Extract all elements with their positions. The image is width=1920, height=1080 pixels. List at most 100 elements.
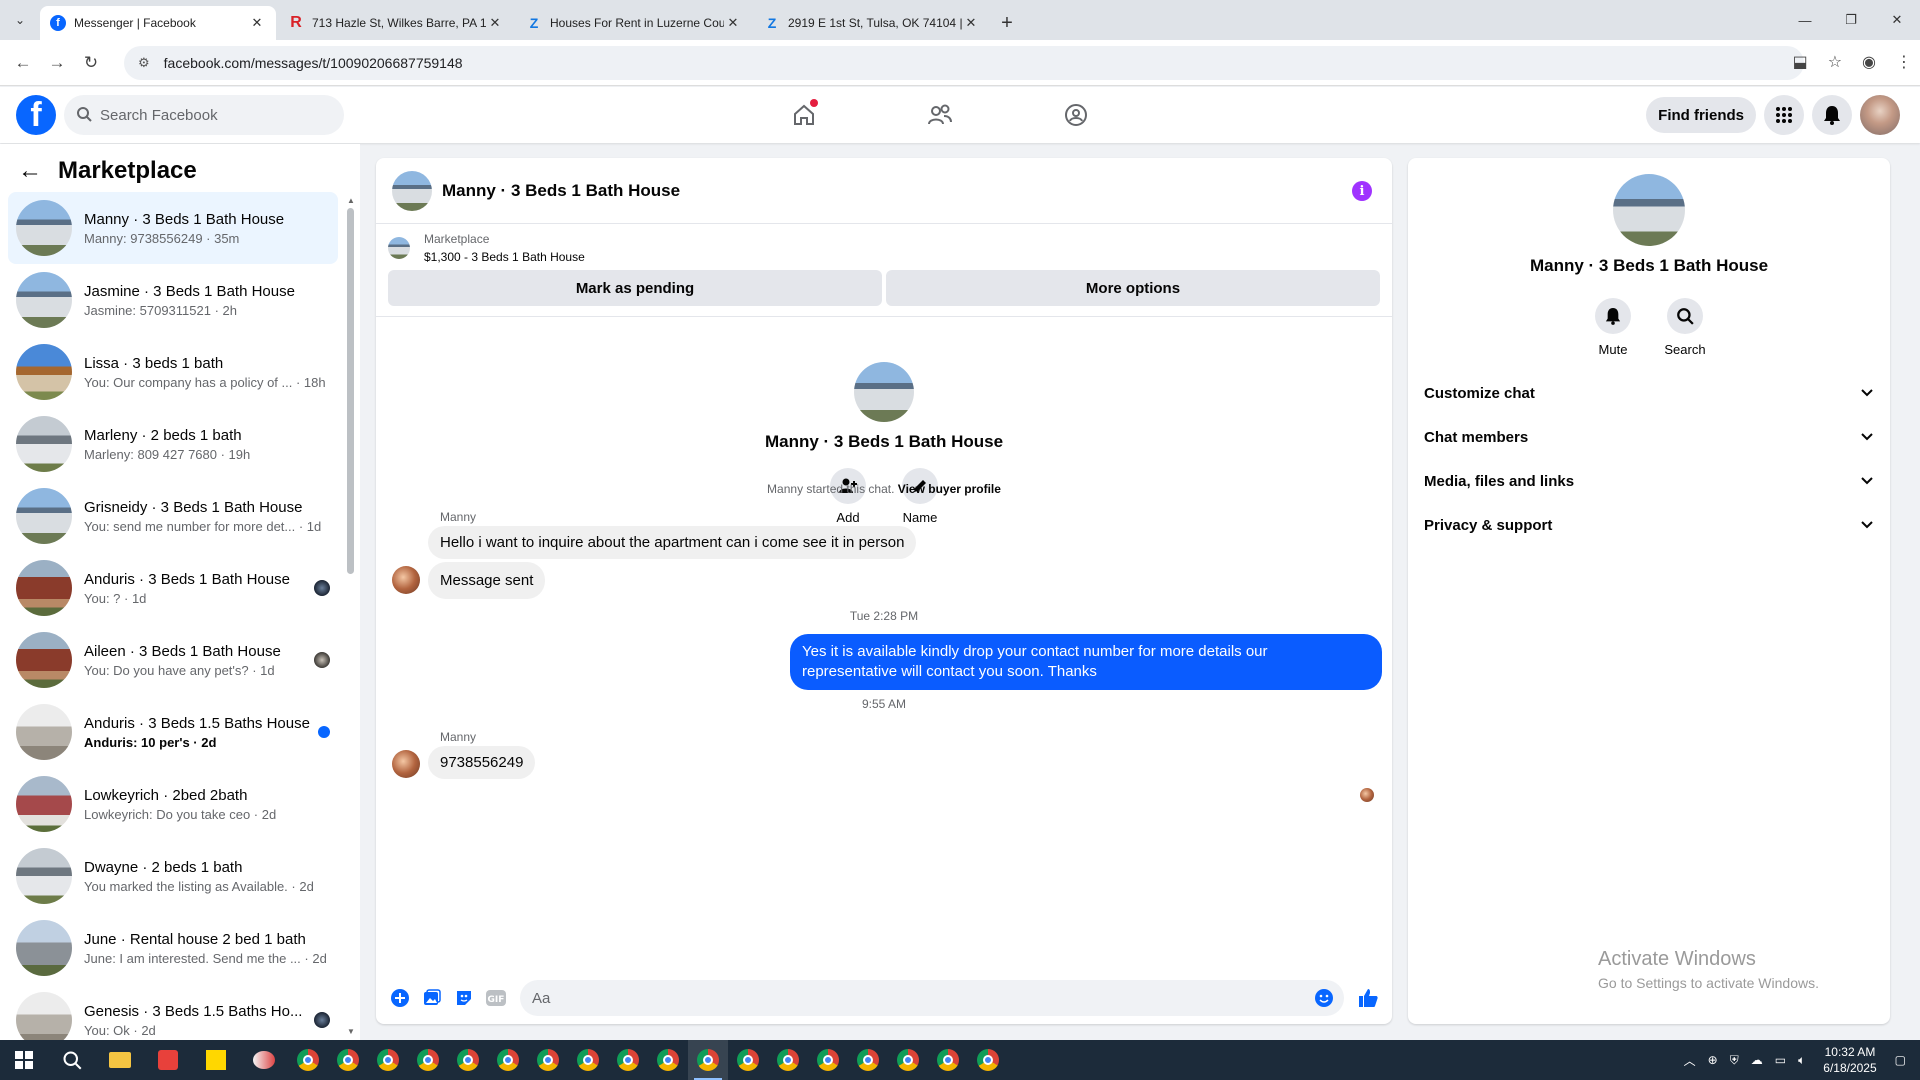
view-buyer-profile-link[interactable]: View buyer profile — [898, 482, 1001, 496]
chrome-window-button[interactable] — [408, 1040, 448, 1080]
menu-grid-icon[interactable] — [1764, 95, 1804, 135]
new-tab-button[interactable]: + — [992, 6, 1022, 40]
gif-icon[interactable]: GIF — [480, 982, 512, 1014]
conversation-item[interactable]: June · Rental house 2 bed 1 bath June: I … — [8, 912, 338, 984]
more-options-button[interactable]: More options — [886, 270, 1380, 306]
conversation-item[interactable]: Anduris · 3 Beds 1 Bath House You: ? · 1d — [8, 552, 338, 624]
reload-icon[interactable]: ↻ — [74, 53, 108, 73]
conversation-item[interactable]: Aileen · 3 Beds 1 Bath House You: Do you … — [8, 624, 338, 696]
chrome-window-button[interactable] — [728, 1040, 768, 1080]
chat-members-item[interactable]: Chat members — [1408, 415, 1890, 459]
incoming-message[interactable]: 9738556249 — [428, 746, 536, 779]
sticky-notes-icon[interactable] — [192, 1040, 240, 1080]
mute-button[interactable]: Mute — [1595, 298, 1631, 357]
chrome-window-button[interactable] — [488, 1040, 528, 1080]
chat-header[interactable]: Manny · 3 Beds 1 Bath House i — [376, 158, 1392, 224]
conversation-item[interactable]: Manny · 3 Beds 1 Bath House Manny: 973855… — [8, 192, 338, 264]
chrome-window-button[interactable] — [528, 1040, 568, 1080]
search-in-chat-button[interactable]: Search — [1664, 298, 1706, 357]
chrome-window-button[interactable] — [648, 1040, 688, 1080]
incoming-message[interactable]: Hello i want to inquire about the apartm… — [428, 526, 917, 559]
sender-avatar[interactable] — [392, 750, 420, 778]
info-icon[interactable]: i — [1352, 181, 1372, 201]
chrome-window-button[interactable] — [448, 1040, 488, 1080]
sidebar-scroll-thumb[interactable] — [347, 208, 354, 574]
emoji-icon[interactable] — [1314, 988, 1334, 1012]
tab-messenger[interactable]: f Messenger | Facebook ✕ — [40, 6, 276, 40]
conversation-item[interactable]: Lissa · 3 beds 1 bath You: Our company ha… — [8, 336, 338, 408]
bookmark-star-icon[interactable]: ☆ — [1828, 52, 1842, 72]
close-icon[interactable]: ✕ — [724, 15, 742, 31]
tab-realtor[interactable]: R 713 Hazle St, Wilkes Barre, PA 1 ✕ — [278, 6, 514, 40]
find-friends-button[interactable]: Find friends — [1646, 97, 1756, 133]
display-icon[interactable]: ▭ — [1775, 1053, 1786, 1067]
plus-circle-icon[interactable] — [384, 982, 416, 1014]
details-avatar[interactable] — [1613, 174, 1685, 246]
outgoing-message[interactable]: Yes it is available kindly drop your con… — [790, 634, 1382, 690]
conversation-item[interactable]: Lowkeyrich · 2bed 2bath Lowkeyrich: Do yo… — [8, 768, 338, 840]
chrome-window-button[interactable] — [688, 1040, 728, 1080]
scroll-up-icon[interactable]: ▲ — [347, 196, 355, 205]
close-icon[interactable]: ✕ — [962, 15, 980, 31]
minimize-icon[interactable]: — — [1782, 0, 1828, 40]
back-icon[interactable]: ← — [6, 53, 40, 73]
thumbs-up-icon[interactable] — [1352, 982, 1384, 1014]
chrome-window-button[interactable] — [888, 1040, 928, 1080]
chrome-window-button[interactable] — [328, 1040, 368, 1080]
restore-icon[interactable]: ❐ — [1828, 0, 1874, 40]
facebook-search-input[interactable]: Search Facebook — [64, 95, 344, 135]
forward-icon[interactable]: → — [40, 53, 74, 73]
notifications-bell-icon[interactable] — [1812, 95, 1852, 135]
tray-chevron-up-icon[interactable]: ︿ — [1684, 1052, 1696, 1069]
chrome-window-button[interactable] — [808, 1040, 848, 1080]
windows-start-icon[interactable] — [0, 1040, 48, 1080]
conversation-item[interactable]: Jasmine · 3 Beds 1 Bath House Jasmine: 57… — [8, 264, 338, 336]
listing-summary[interactable]: Marketplace $1,300 - 3 Beds 1 Bath House — [388, 232, 1380, 264]
sender-avatar[interactable] — [392, 566, 420, 594]
add-member-button[interactable]: Add — [830, 468, 866, 525]
customize-chat-item[interactable]: Customize chat — [1408, 371, 1890, 415]
chrome-window-button[interactable] — [568, 1040, 608, 1080]
chat-avatar[interactable] — [392, 170, 432, 211]
conversation-item[interactable]: Dwayne · 2 beds 1 bath You marked the lis… — [8, 840, 338, 912]
chrome-window-button[interactable] — [288, 1040, 328, 1080]
volume-icon[interactable]: 🔈︎ — [1798, 1053, 1805, 1068]
media-files-links-item[interactable]: Media, files and links — [1408, 459, 1890, 503]
taskbar-search-icon[interactable] — [48, 1040, 96, 1080]
security-icon[interactable]: ⛨ — [1730, 1053, 1739, 1068]
close-icon[interactable]: ✕ — [248, 15, 266, 31]
chrome-window-button[interactable] — [848, 1040, 888, 1080]
facebook-logo-icon[interactable]: f — [16, 95, 56, 135]
conversation-item[interactable]: Marleny · 2 beds 1 bath Marleny: 809 427 … — [8, 408, 338, 480]
anydesk-icon[interactable] — [144, 1040, 192, 1080]
privacy-support-item[interactable]: Privacy & support — [1408, 503, 1890, 547]
conversation-item[interactable]: Grisneidy · 3 Beds 1 Bath House You: send… — [8, 480, 338, 552]
chrome-window-button[interactable] — [768, 1040, 808, 1080]
scroll-down-icon[interactable]: ▼ — [347, 1027, 355, 1036]
photo-icon[interactable] — [416, 982, 448, 1014]
incoming-message[interactable]: Message sent — [428, 562, 546, 599]
network-icon[interactable]: ⊕ — [1708, 1053, 1718, 1067]
account-avatar[interactable] — [1860, 95, 1900, 135]
back-arrow-icon[interactable]: ← — [18, 157, 42, 185]
close-icon[interactable]: ✕ — [486, 15, 504, 31]
paint-icon[interactable] — [240, 1040, 288, 1080]
profile-icon[interactable]: ◉ — [1862, 52, 1876, 72]
site-info-icon[interactable]: ⚙ — [138, 55, 150, 71]
tab-zillow-luzerne[interactable]: Z Houses For Rent in Luzerne Cou ✕ — [516, 6, 752, 40]
chrome-window-button[interactable] — [928, 1040, 968, 1080]
chrome-window-button[interactable] — [368, 1040, 408, 1080]
notifications-center-icon[interactable]: ▢ — [1895, 1053, 1906, 1067]
edit-name-button[interactable]: Name — [902, 468, 938, 525]
url-input[interactable]: ⚙ facebook.com/messages/t/10090206687759… — [124, 46, 1804, 80]
friends-icon[interactable] — [922, 97, 958, 133]
mark-as-pending-button[interactable]: Mark as pending — [388, 270, 882, 306]
chrome-window-button[interactable] — [608, 1040, 648, 1080]
browser-menu-icon[interactable]: ⋮ — [1896, 52, 1912, 72]
tab-zillow-tulsa[interactable]: Z 2919 E 1st St, Tulsa, OK 74104 | ✕ — [754, 6, 990, 40]
file-explorer-icon[interactable] — [96, 1040, 144, 1080]
cloud-icon[interactable]: ☁ — [1751, 1053, 1763, 1067]
home-icon[interactable] — [786, 97, 822, 133]
sticker-icon[interactable] — [448, 982, 480, 1014]
groups-icon[interactable] — [1058, 97, 1094, 133]
